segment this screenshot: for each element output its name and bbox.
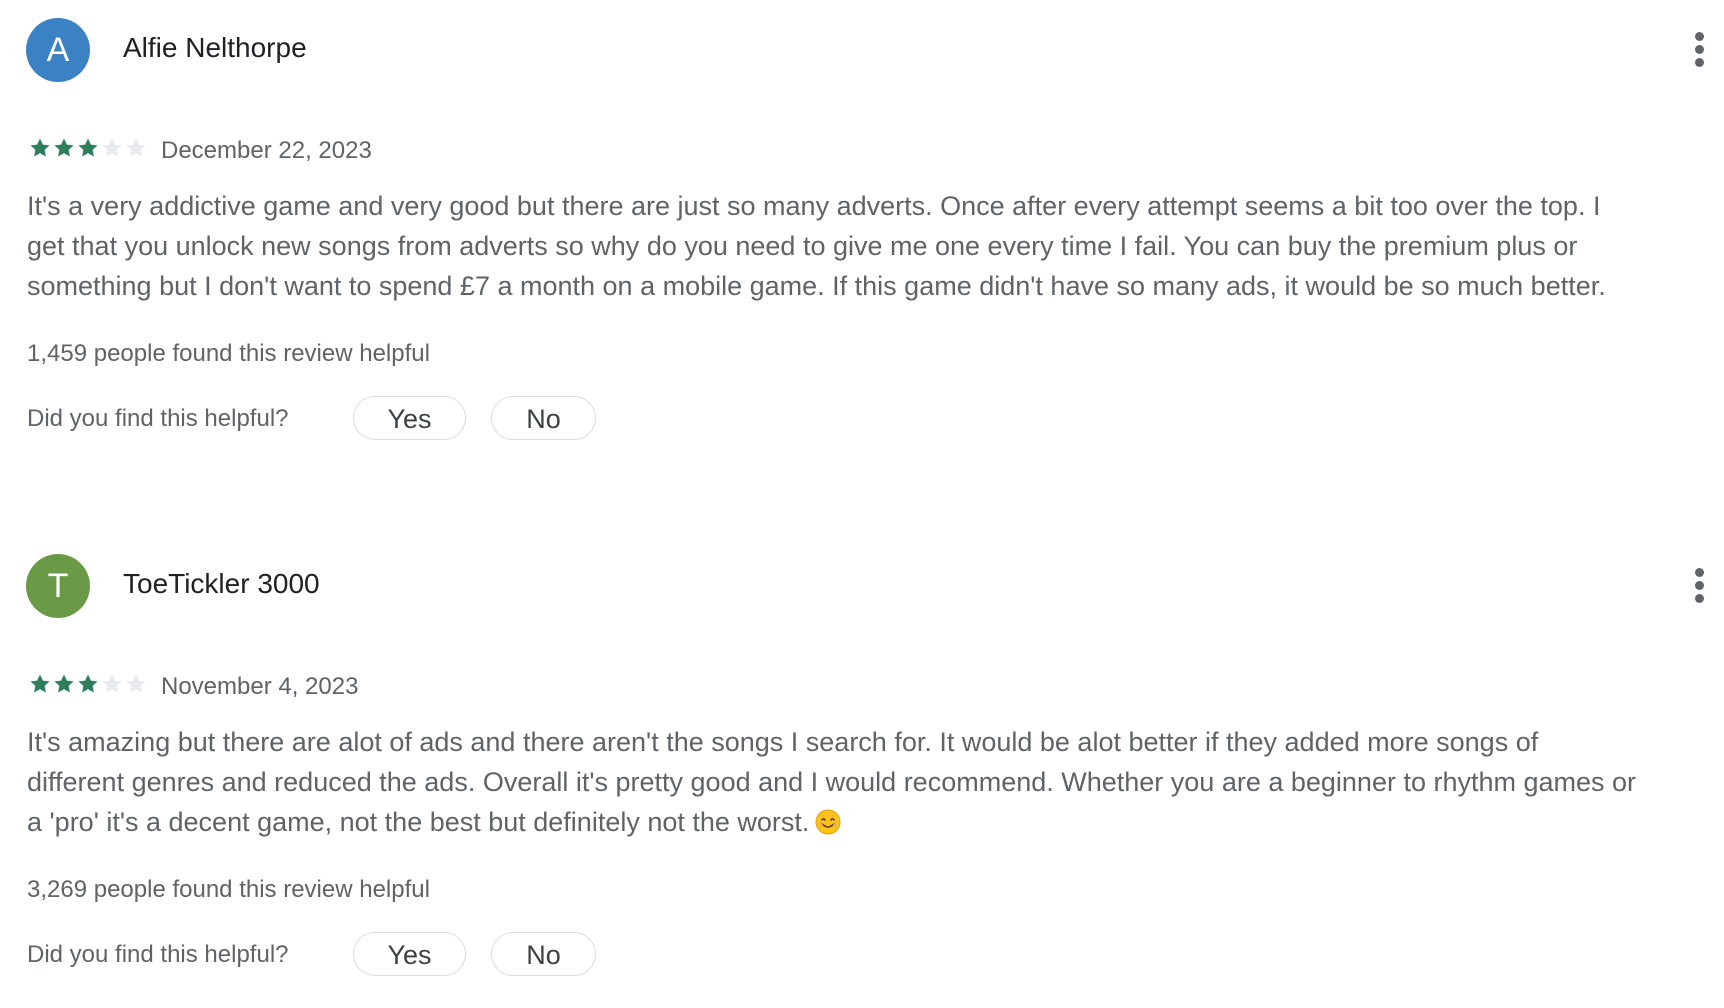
review-text-line: It's amazing but there are alot of ads a… — [27, 727, 1539, 757]
avatar: T — [26, 554, 90, 618]
more-vert-icon — [1695, 568, 1704, 577]
star-filled-icon — [30, 138, 50, 157]
author-name: Alfie Nelthorpe — [123, 32, 307, 63]
helpful-yes-button[interactable]: Yes — [353, 932, 466, 976]
more-vert-icon — [1695, 32, 1704, 41]
star-filled-icon — [78, 674, 98, 693]
more-vert-dot — [1695, 581, 1704, 590]
reviews-list: A Alfie Nelthorpe December 22, 2023 It's… — [0, 0, 1724, 1008]
more-vert-dot — [1695, 58, 1704, 67]
review-text-fragment: a 'pro' it's a decent game, not the best… — [27, 807, 810, 837]
review-text-line: It's a very addictive game and very good… — [27, 191, 1601, 221]
star-rating — [28, 672, 148, 698]
helpful-no-button[interactable]: No — [491, 396, 596, 440]
more-options-button[interactable] — [1688, 566, 1712, 606]
review-text: It's amazing but there are alot of ads a… — [27, 722, 1724, 842]
star-filled-icon — [54, 674, 74, 693]
author-name: ToeTickler 3000 — [123, 568, 320, 599]
review-date: November 4, 2023 — [161, 673, 359, 700]
helpful-count: 3,269 people found this review helpful — [27, 876, 430, 903]
helpful-prompt: Did you find this helpful? — [27, 941, 289, 968]
star-filled-icon — [78, 138, 98, 157]
smiling-face-emoji-icon — [815, 809, 841, 835]
review-text-line: something but I don't want to spend £7 a… — [27, 271, 1606, 301]
star-empty-icon — [102, 138, 122, 157]
more-vert-dot — [1695, 45, 1704, 54]
star-filled-icon — [54, 138, 74, 157]
helpful-yes-button[interactable]: Yes — [353, 396, 466, 440]
review-text-line: different genres and reduced the ads. Ov… — [27, 767, 1637, 797]
more-vert-dot — [1695, 594, 1704, 603]
helpful-prompt: Did you find this helpful? — [27, 405, 289, 432]
review-text-line: get that you unlock new songs from adver… — [27, 231, 1578, 261]
review-card: T ToeTickler 3000 November 4, 2023 It's … — [0, 536, 1724, 996]
review-text: It's a very addictive game and very good… — [27, 186, 1724, 306]
review-card: A Alfie Nelthorpe December 22, 2023 It's… — [0, 0, 1724, 460]
star-filled-icon — [30, 674, 50, 693]
more-options-button[interactable] — [1688, 30, 1712, 70]
star-empty-icon — [102, 674, 122, 693]
star-rating — [28, 136, 148, 162]
star-empty-icon — [126, 138, 146, 157]
star-empty-icon — [126, 674, 146, 693]
review-date: December 22, 2023 — [161, 137, 372, 164]
review-text-line: a 'pro' it's a decent game, not the best… — [27, 802, 1724, 842]
avatar: A — [26, 18, 90, 82]
helpful-no-button[interactable]: No — [491, 932, 596, 976]
helpful-count: 1,459 people found this review helpful — [27, 340, 430, 367]
